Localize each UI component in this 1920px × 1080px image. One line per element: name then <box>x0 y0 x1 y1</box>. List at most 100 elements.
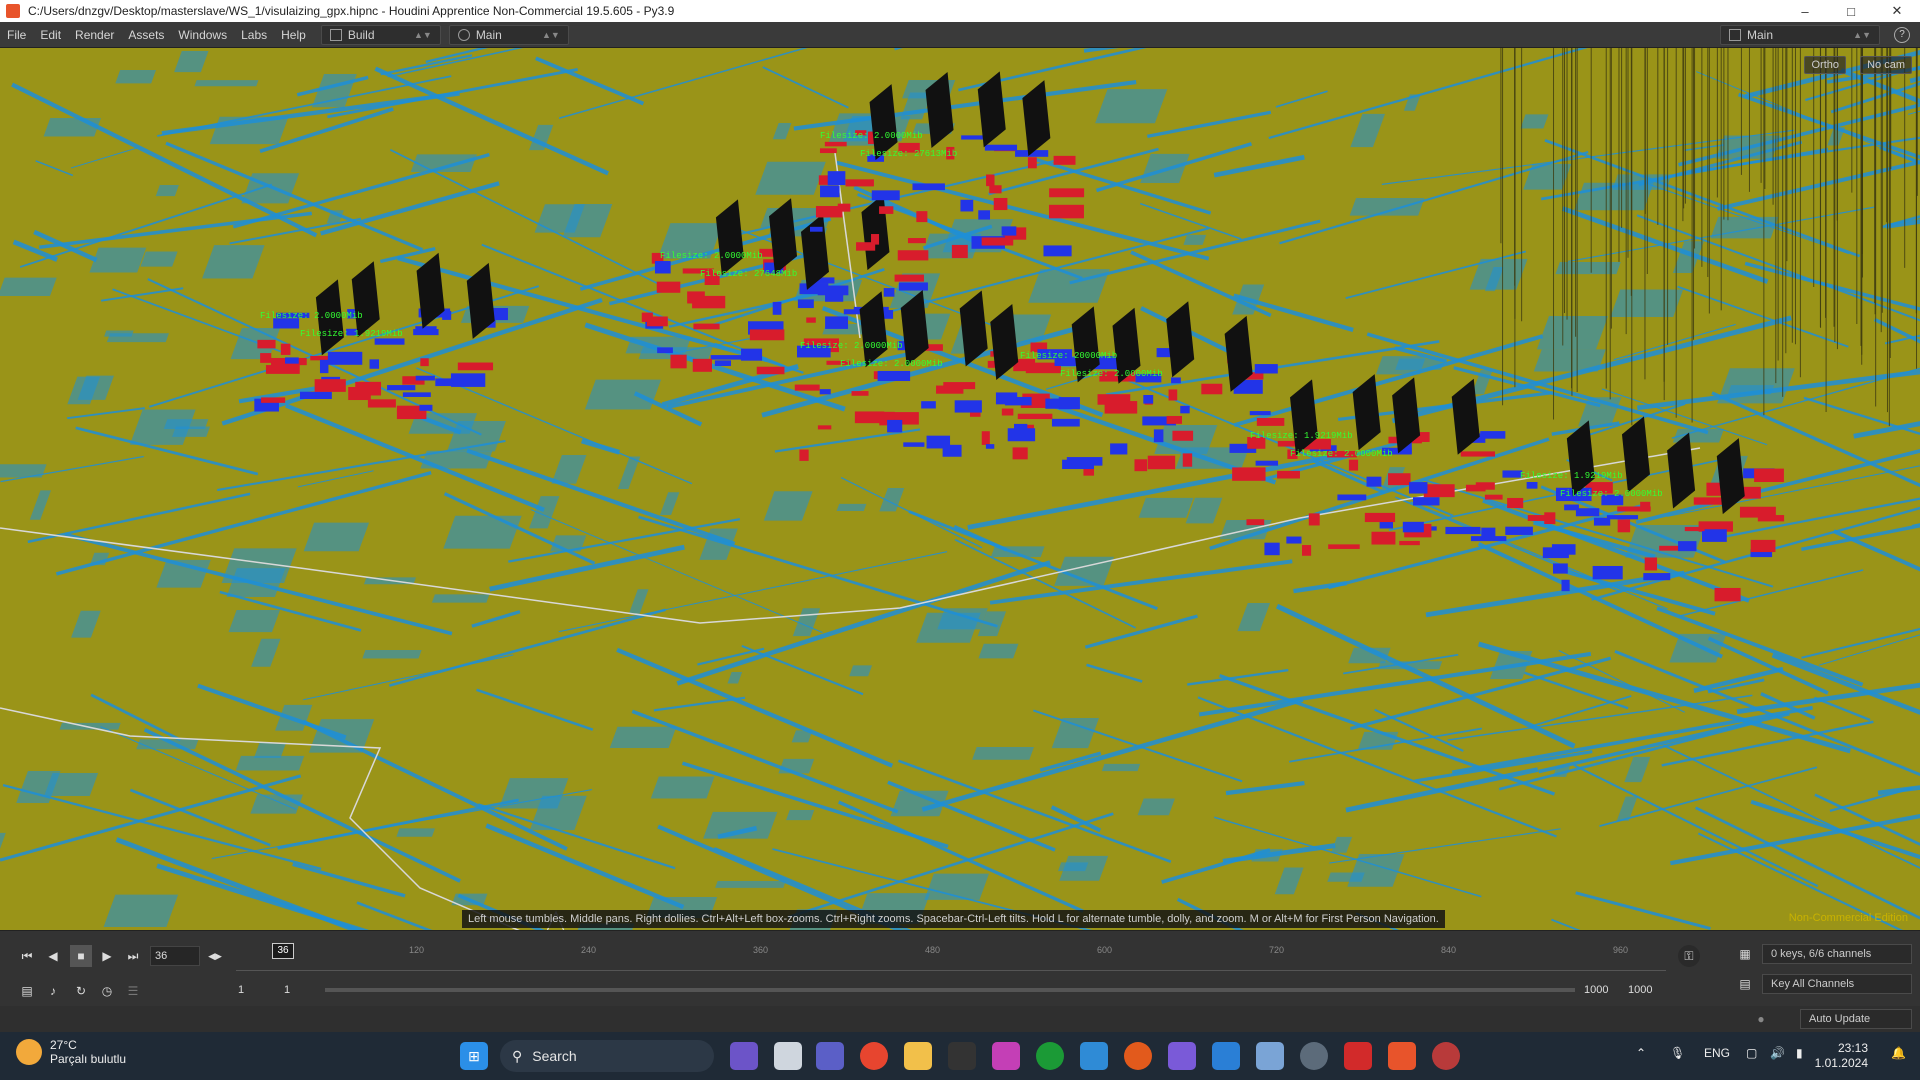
message-icon[interactable]: ● <box>1750 1008 1772 1030</box>
menu-edit[interactable]: Edit <box>33 28 68 42</box>
right-desktop-select[interactable]: Main ▲▼ <box>1720 25 1880 45</box>
notepad-icon[interactable] <box>1080 1042 1108 1070</box>
menu-help[interactable]: Help <box>274 28 313 42</box>
channel-list-icon[interactable]: ▤ <box>1734 973 1756 995</box>
data-bar <box>299 391 332 400</box>
app-icon[interactable] <box>1168 1042 1196 1070</box>
scene-canvas[interactable]: Filesize: 2.0000Mib Filesize: 1.9219Mib Fi… <box>0 48 1920 930</box>
data-bar <box>1172 430 1194 441</box>
building-block <box>1101 763 1141 772</box>
houdini-taskbar-icon[interactable] <box>1388 1042 1416 1070</box>
vscode-icon[interactable] <box>1212 1042 1240 1070</box>
data-bar <box>1053 155 1076 165</box>
data-bar <box>894 274 924 282</box>
windows-start-icon[interactable]: ⊞ <box>460 1042 488 1070</box>
data-bar <box>1171 377 1181 384</box>
build-desktop-select[interactable]: Build ▲▼ <box>320 24 441 45</box>
settings-icon[interactable] <box>1300 1042 1328 1070</box>
volume-icon[interactable]: 🔊 <box>1770 1046 1785 1060</box>
app-icon[interactable] <box>1432 1042 1460 1070</box>
tick-label: 120 <box>409 945 425 955</box>
data-bar <box>415 326 437 334</box>
dopesheet-icon[interactable]: ▦ <box>1734 943 1756 965</box>
building-block <box>1610 289 1684 318</box>
building-block <box>972 747 1034 760</box>
menu-labs[interactable]: Labs <box>234 28 274 42</box>
data-bar <box>921 401 936 409</box>
weather-icon <box>16 1039 42 1065</box>
pdf-icon[interactable] <box>1344 1042 1372 1070</box>
frame-input[interactable]: 36 <box>150 946 200 966</box>
chrome-icon[interactable] <box>860 1042 888 1070</box>
taskbar-search[interactable]: ⚲ Search <box>500 1040 714 1072</box>
microphone-icon[interactable]: 🎙 <box>1670 1046 1685 1060</box>
audio-icon[interactable]: ♪ <box>42 980 64 1002</box>
clock-icon[interactable]: ◷ <box>96 980 118 1002</box>
notification-icon[interactable]: 🔔 <box>1891 1046 1906 1060</box>
close-icon[interactable]: ✕ <box>1874 0 1920 22</box>
range-start-display[interactable]: 1 <box>284 984 290 996</box>
filesize-label: Filesize: 2.0000Mib <box>820 131 923 141</box>
data-bar <box>1606 515 1639 520</box>
jump-end-icon[interactable]: ⏭ <box>122 945 144 967</box>
widgets-icon[interactable] <box>730 1042 758 1070</box>
range-start-field[interactable]: 1 <box>238 984 244 996</box>
data-bar <box>1678 541 1697 552</box>
range-end-display[interactable]: 1000 <box>1584 984 1608 996</box>
instagram-icon[interactable] <box>992 1042 1020 1070</box>
jump-start-icon[interactable]: ⏮ <box>16 945 38 967</box>
menu-assets[interactable]: Assets <box>121 28 171 42</box>
play-reverse-icon[interactable]: ◀ <box>42 945 64 967</box>
xbox-icon[interactable] <box>1036 1042 1064 1070</box>
key-icon[interactable]: ⚿ <box>1678 945 1700 967</box>
auto-update-menu[interactable]: Auto Update <box>1800 1009 1912 1029</box>
battery-icon[interactable]: ▮ <box>1796 1046 1803 1060</box>
timeline-ruler[interactable]: 36 120 240 360 480 600 720 840 960 <box>236 943 1666 971</box>
clock-date: 1.01.2024 <box>1814 1056 1868 1070</box>
chevron-up-icon[interactable]: ⌃ <box>1636 1046 1646 1060</box>
main-desktop-select[interactable]: Main ▲▼ <box>448 24 569 45</box>
system-clock[interactable]: 23:13 1.01.2024 <box>1815 1041 1868 1071</box>
menu-file[interactable]: File <box>0 28 33 42</box>
stop-icon[interactable]: ■ <box>70 945 92 967</box>
menu-bar: File Edit Render Assets Windows Labs Hel… <box>0 22 1920 48</box>
task-view-icon[interactable] <box>774 1042 802 1070</box>
key-all-channels-button[interactable]: Key All Channels <box>1762 974 1912 994</box>
minimize-icon[interactable]: – <box>1782 0 1828 22</box>
language-indicator[interactable]: ENG <box>1704 1046 1730 1060</box>
realtime-toggle-icon[interactable]: ▤ <box>16 980 38 1002</box>
network-icon[interactable]: ▢ <box>1746 1046 1757 1060</box>
data-bar <box>1302 545 1312 556</box>
menu-windows[interactable]: Windows <box>171 28 234 42</box>
filesize-label: Filesize: 1.9219Mib <box>300 329 403 339</box>
maximize-icon[interactable]: □ <box>1828 0 1874 22</box>
data-bar <box>809 226 823 232</box>
data-bar <box>1640 501 1651 512</box>
data-bar <box>319 359 329 374</box>
keys-channels-menu[interactable]: 0 keys, 6/6 channels <box>1762 944 1912 964</box>
camera-menu[interactable]: No cam <box>1860 56 1912 74</box>
file-explorer-icon[interactable] <box>904 1042 932 1070</box>
teams-icon[interactable] <box>816 1042 844 1070</box>
play-icon[interactable]: ▶ <box>96 945 118 967</box>
range-icon[interactable]: ☰ <box>122 980 144 1002</box>
data-bar <box>1480 431 1506 439</box>
building-block <box>44 772 99 797</box>
app-icon[interactable] <box>1256 1042 1284 1070</box>
building-block <box>1095 89 1168 124</box>
step-frame-icon[interactable]: ◀▶ <box>204 945 226 967</box>
range-end-field[interactable]: 1000 <box>1628 984 1652 996</box>
loop-icon[interactable]: ↻ <box>70 980 92 1002</box>
menu-render[interactable]: Render <box>68 28 121 42</box>
app-icon[interactable] <box>948 1042 976 1070</box>
data-bar <box>1470 536 1507 542</box>
range-slider[interactable] <box>325 988 1575 992</box>
help-icon[interactable]: ? <box>1894 27 1910 43</box>
scene-viewport[interactable]: Filesize: 2.0000Mib Filesize: 1.9219Mib Fi… <box>0 48 1920 930</box>
building-block <box>849 665 873 677</box>
weather-widget[interactable]: 27°C Parçalı bulutlu <box>16 1038 126 1066</box>
blender-icon[interactable] <box>1124 1042 1152 1070</box>
current-frame-marker[interactable]: 36 <box>272 943 294 959</box>
ortho-view-menu[interactable]: Ortho <box>1804 56 1846 74</box>
data-bar <box>1527 515 1550 521</box>
